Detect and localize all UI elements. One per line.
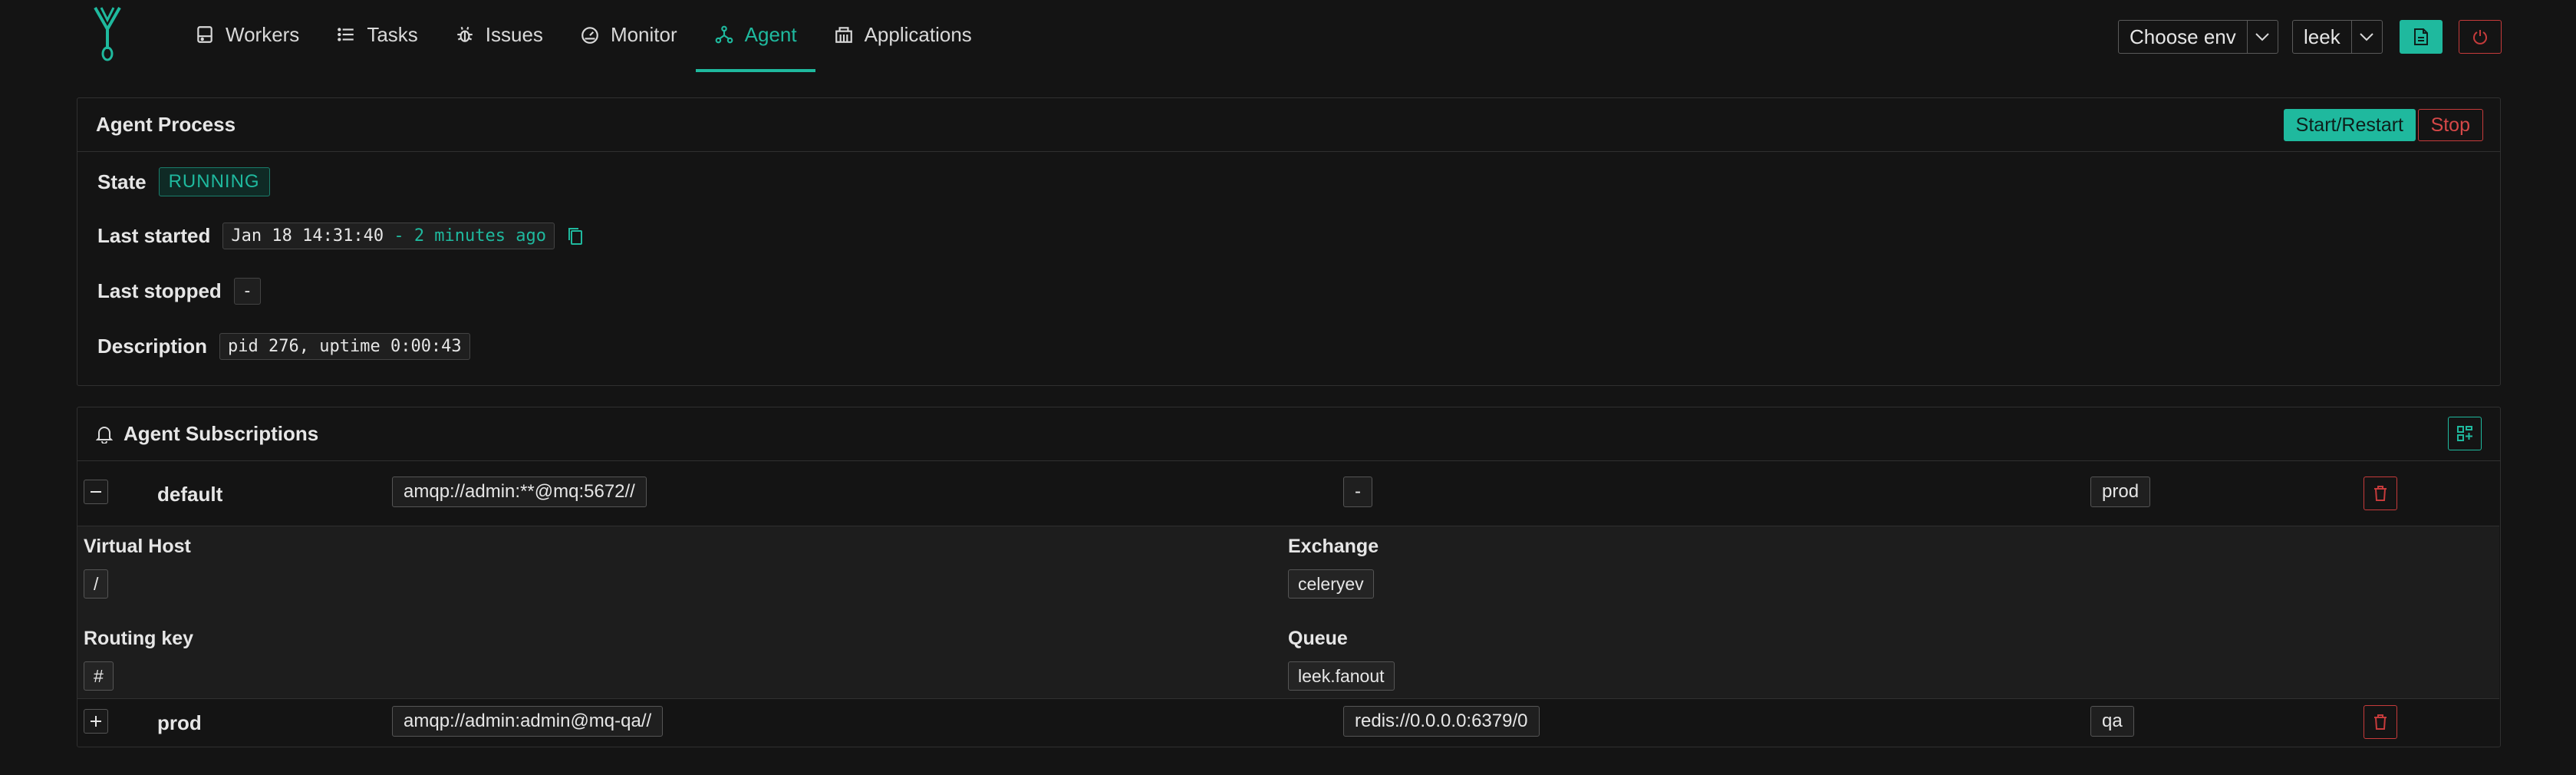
queue-value: leek.fanout	[1288, 661, 1395, 691]
agent-process-title: Agent Process	[96, 113, 236, 136]
nav-issues[interactable]: Issues	[436, 0, 562, 72]
copy-icon[interactable]	[567, 226, 584, 246]
app-select-value: leek	[2304, 25, 2340, 48]
nav-agent[interactable]: Agent	[695, 0, 815, 72]
agent-process-card: Agent Process Start/Restart Stop State R…	[77, 97, 2501, 386]
last-started-label: Last started	[97, 224, 211, 247]
bell-icon	[96, 426, 113, 444]
routing-key-label: Routing key	[84, 628, 194, 649]
trash-icon	[2374, 486, 2387, 501]
documentation-button[interactable]	[2400, 20, 2443, 54]
document-icon	[2414, 28, 2428, 45]
nav-issues-label: Issues	[485, 22, 543, 46]
agent-process-header: Agent Process Start/Restart Stop	[77, 98, 2500, 152]
state-row: State RUNNING	[97, 167, 270, 196]
main-nav: Workers Tasks Issues Monitor Agent Appli…	[176, 0, 990, 75]
nav-agent-label: Agent	[744, 22, 797, 46]
description-label: Description	[97, 335, 208, 358]
top-header: Workers Tasks Issues Monitor Agent Appli…	[0, 0, 2576, 75]
last-started-row: Last started Jan 18 14:31:40 - 2 minutes…	[97, 223, 584, 249]
delete-subscription-button[interactable]	[2364, 477, 2397, 510]
leek-logo-icon[interactable]	[89, 6, 126, 61]
logout-button[interactable]	[2459, 20, 2502, 54]
nav-workers-label: Workers	[226, 22, 300, 46]
env-select-value: Choose env	[2130, 25, 2236, 48]
list-icon	[338, 28, 354, 41]
subscription-row-prod: prod amqp://admin:admin@mq-qa// redis://…	[77, 699, 2499, 745]
trash-icon	[2374, 714, 2387, 730]
backend-url: redis://0.0.0.0:6379/0	[1343, 706, 1540, 737]
broker-url: amqp://admin:**@mq:5672//	[392, 477, 647, 507]
vhost-value: /	[84, 569, 109, 599]
stop-button[interactable]: Stop	[2417, 109, 2483, 141]
state-label: State	[97, 170, 147, 193]
agent-icon	[715, 25, 733, 44]
vhost-label: Virtual Host	[84, 536, 191, 557]
nav-applications-label: Applications	[864, 22, 972, 46]
last-stopped-value: -	[233, 278, 262, 305]
nav-monitor-label: Monitor	[610, 22, 677, 46]
collapse-row-button[interactable]	[84, 480, 108, 504]
description-row: Description pid 276, uptime 0:00:43	[97, 333, 470, 360]
routing-key-value: #	[84, 661, 114, 691]
app-select[interactable]: leek	[2292, 20, 2383, 54]
chevron-down-icon[interactable]	[2246, 21, 2278, 53]
description-value: pid 276, uptime 0:00:43	[219, 333, 470, 360]
subscription-row-default: default amqp://admin:**@mq:5672// - prod…	[77, 461, 2499, 699]
env-select[interactable]: Choose env	[2118, 20, 2278, 54]
layout-icon	[2457, 426, 2472, 441]
exchange-value: celeryev	[1288, 569, 1374, 599]
minus-icon	[91, 491, 101, 493]
queue-label: Queue	[1288, 628, 1348, 649]
nav-applications[interactable]: Applications	[815, 0, 990, 72]
broker-url: amqp://admin:admin@mq-qa//	[392, 706, 664, 737]
start-restart-button[interactable]: Start/Restart	[2283, 109, 2416, 141]
agent-subscriptions-card: Agent Subscriptions default amqp://admin…	[77, 407, 2501, 747]
env-tag: qa	[2090, 706, 2134, 737]
subscription-name: default	[157, 483, 223, 506]
nav-tasks-label: Tasks	[367, 22, 418, 46]
power-icon	[2473, 30, 2487, 45]
nav-monitor[interactable]: Monitor	[562, 0, 696, 72]
bug-icon	[457, 26, 473, 42]
last-started-value: Jan 18 14:31:40 - 2 minutes ago	[222, 223, 555, 249]
nav-tasks[interactable]: Tasks	[318, 0, 436, 72]
last-stopped-label: Last stopped	[97, 279, 222, 302]
env-tag: prod	[2090, 477, 2151, 507]
subscription-details: Virtual Host / Exchange celeryev Routing…	[77, 526, 2499, 699]
chevron-down-icon[interactable]	[2350, 21, 2382, 53]
exchange-label: Exchange	[1288, 536, 1379, 557]
nav-workers[interactable]: Workers	[176, 0, 318, 72]
state-badge: RUNNING	[158, 167, 270, 196]
expand-row-button[interactable]	[84, 709, 108, 734]
agent-subscriptions-title: Agent Subscriptions	[124, 422, 319, 445]
subscription-name: prod	[157, 711, 202, 734]
add-subscription-button[interactable]	[2448, 417, 2482, 450]
last-stopped-row: Last stopped -	[97, 278, 262, 305]
server-icon	[197, 26, 212, 43]
applications-icon	[835, 27, 852, 43]
plus-icon	[91, 716, 101, 727]
dashboard-icon	[581, 27, 598, 44]
delete-subscription-button[interactable]	[2364, 705, 2397, 739]
backend-url: -	[1343, 477, 1372, 507]
last-started-ago: - 2 minutes ago	[384, 226, 546, 246]
agent-subscriptions-header: Agent Subscriptions	[77, 407, 2500, 461]
